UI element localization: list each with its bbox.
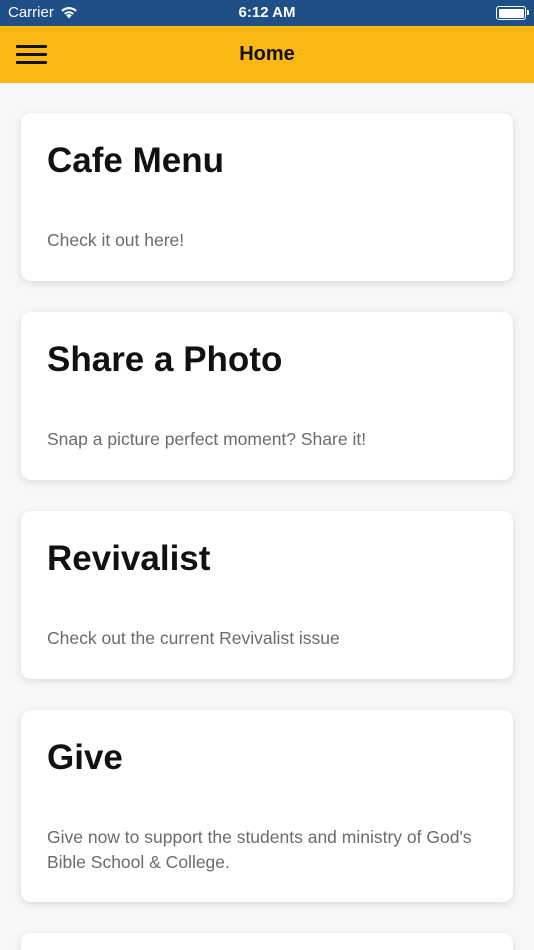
status-time: 6:12 AM xyxy=(238,4,296,21)
card-title: Share a Photo xyxy=(47,340,283,379)
battery-icon xyxy=(496,6,529,20)
page-title: Home xyxy=(239,43,295,65)
card-title: Give xyxy=(47,738,123,777)
card-cafe-menu[interactable]: Cafe Menu Check it out here! xyxy=(21,113,513,281)
card-give[interactable]: Give Give now to support the students an… xyxy=(21,710,513,902)
card-title: Revivalist xyxy=(47,539,211,578)
card-list[interactable]: Cafe Menu Check it out here! Share a Pho… xyxy=(0,83,534,950)
navigation-bar: Home xyxy=(0,26,534,83)
card-share-a-photo[interactable]: Share a Photo Snap a picture perfect mom… xyxy=(21,312,513,480)
card-revivalist[interactable]: Revivalist Check out the current Revival… xyxy=(21,511,513,679)
card-description: Snap a picture perfect moment? Share it! xyxy=(47,429,367,449)
card-description: Check out the current Revivalist issue xyxy=(47,628,340,648)
status-bar: Carrier 6:12 AM xyxy=(0,0,534,26)
card-description: Check it out here! xyxy=(47,230,185,250)
card-description: Give now to support the students and min… xyxy=(47,827,472,872)
card-title: Cafe Menu xyxy=(47,141,224,180)
card-partial[interactable] xyxy=(21,933,513,950)
